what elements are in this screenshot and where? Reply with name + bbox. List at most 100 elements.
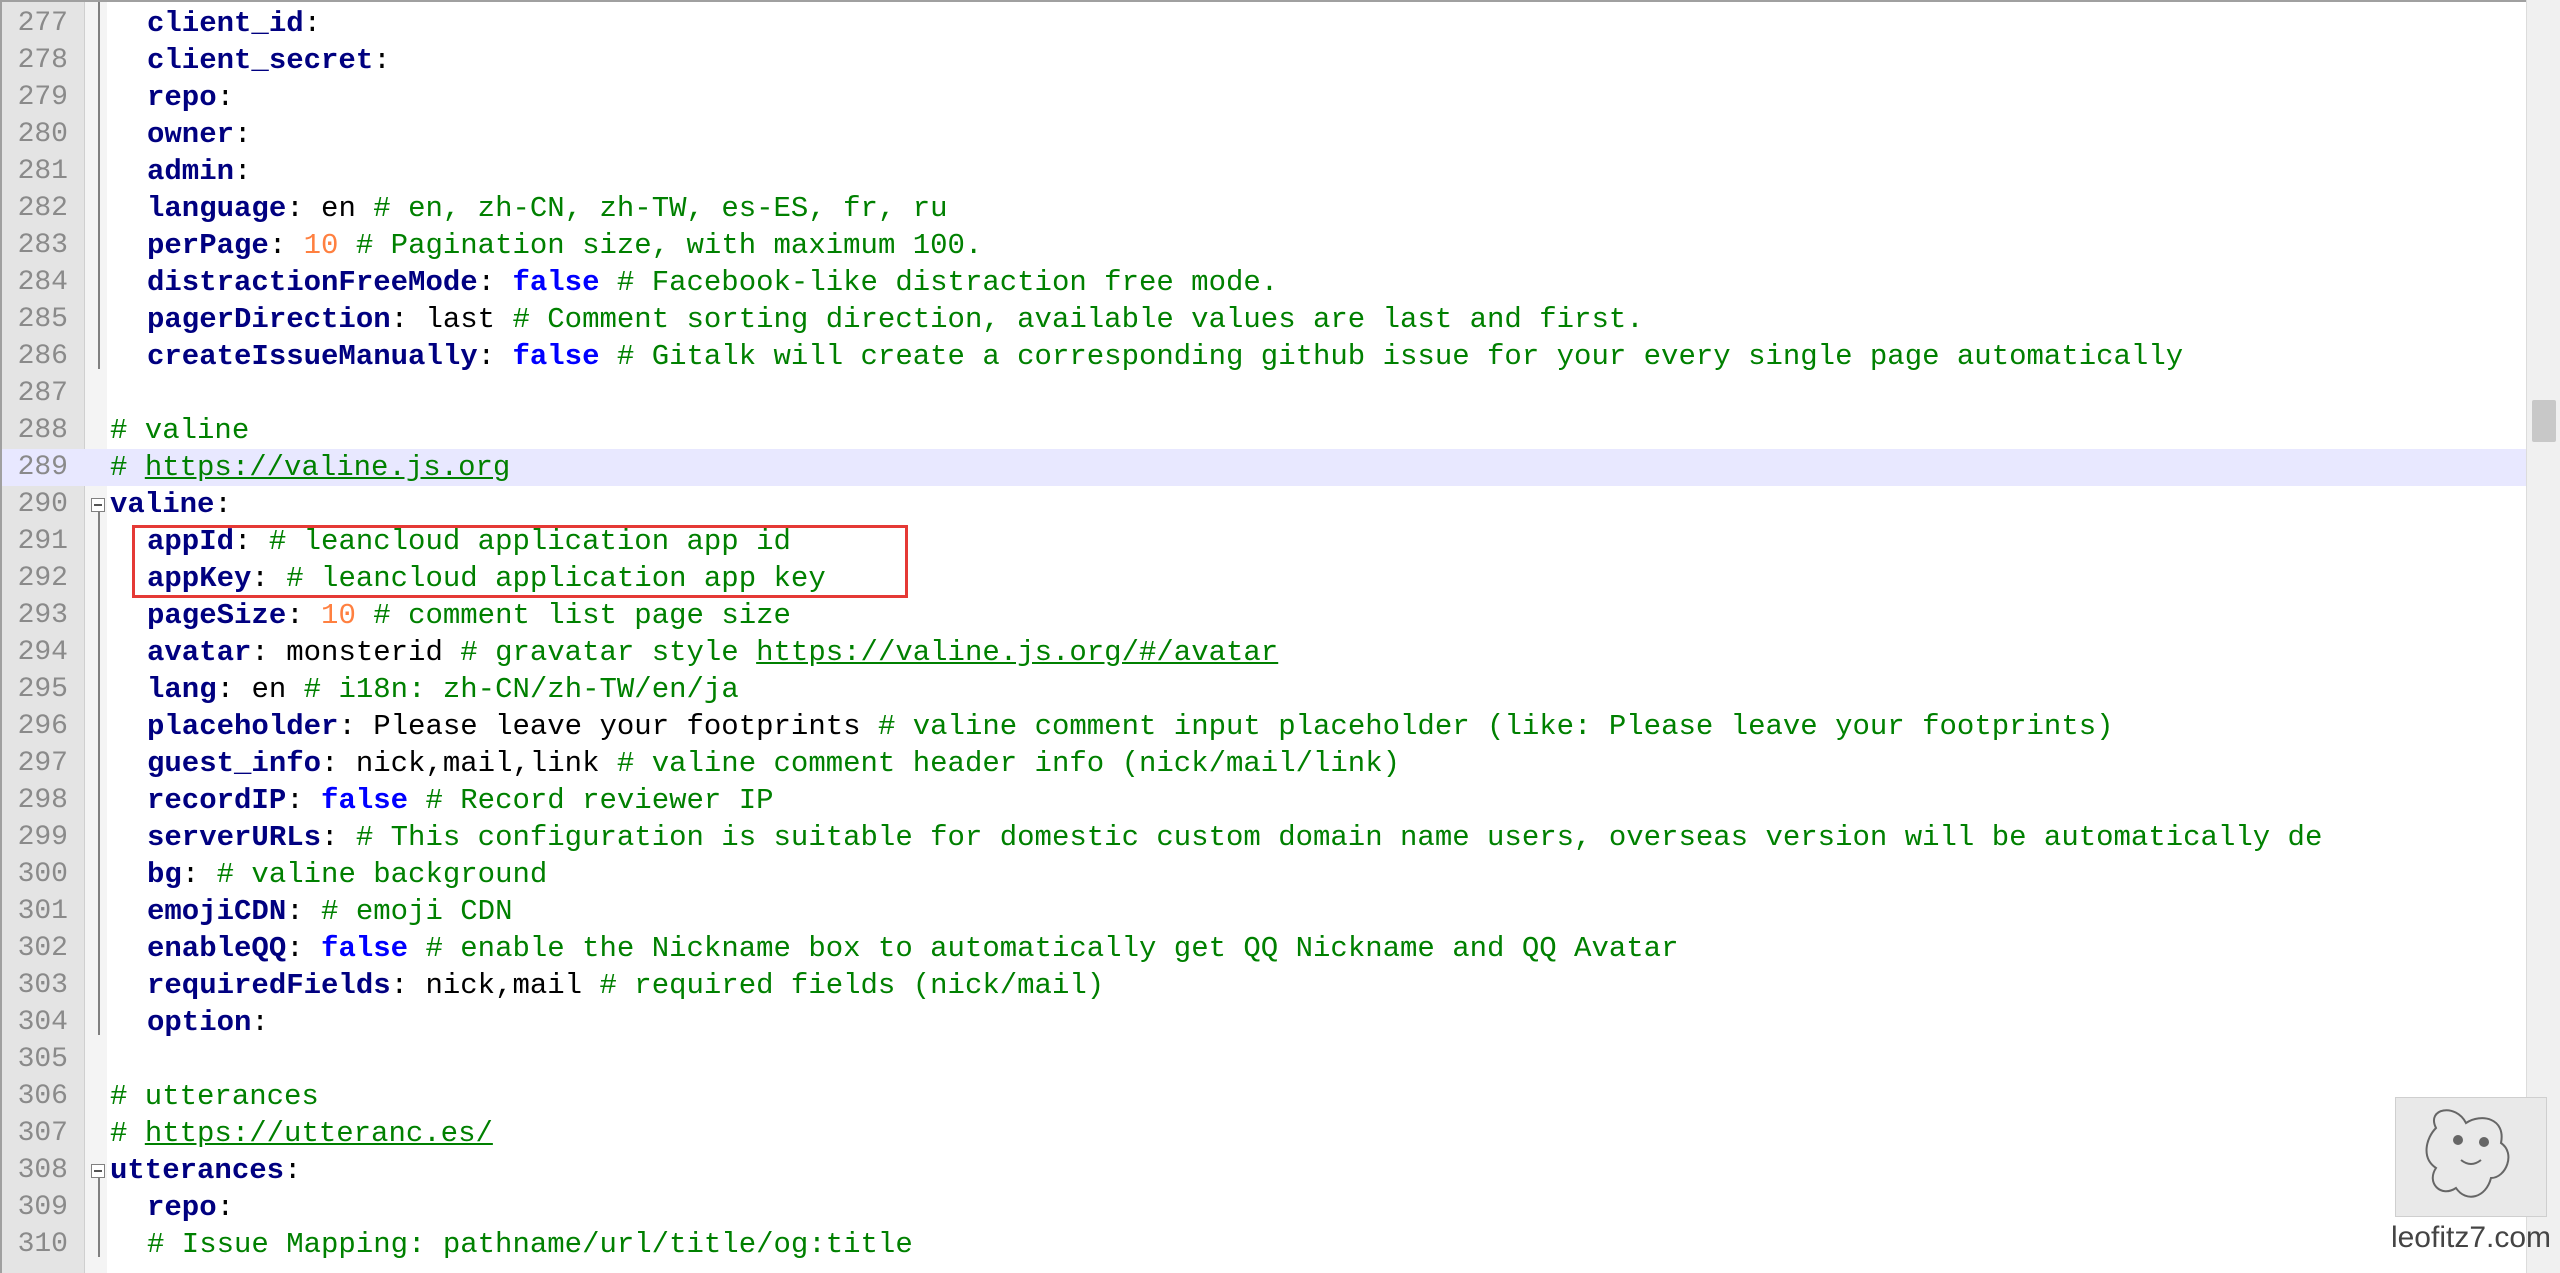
fold-toggle-icon[interactable] [91, 498, 105, 512]
scrollbar-thumb[interactable] [2532, 400, 2556, 442]
code-line[interactable]: 306 # utterances [2, 1078, 2526, 1115]
code-token: avatar [147, 636, 252, 669]
code-line[interactable]: 291 appId: # leancloud application app id [2, 523, 2526, 560]
code-text[interactable]: # https://valine.js.org [110, 449, 510, 486]
code-line[interactable]: 297 guest_info: nick,mail,link # valine c… [2, 745, 2526, 782]
vertical-scrollbar[interactable] [2526, 0, 2560, 1273]
code-token: # [110, 451, 145, 484]
code-text[interactable]: createIssueManually: false # Gitalk will… [147, 338, 2183, 375]
code-line[interactable]: 303 requiredFields: nick,mail # required … [2, 967, 2526, 1004]
code-line[interactable]: 278 client_secret: [2, 42, 2526, 79]
code-text[interactable]: distractionFreeMode: false # Facebook-li… [147, 264, 1278, 301]
code-line[interactable]: 277 client_id: [2, 5, 2526, 42]
code-token: serverURLs [147, 821, 322, 854]
code-line[interactable]: 295 lang: en # i18n: zh-CN/zh-TW/en/ja [2, 671, 2526, 708]
code-text[interactable]: placeholder: Please leave your footprint… [147, 708, 2114, 745]
code-line[interactable]: 300 bg: # valine background [2, 856, 2526, 893]
code-text[interactable]: repo: [147, 79, 234, 116]
code-line[interactable]: 299 serverURLs: # This configuration is s… [2, 819, 2526, 856]
code-line[interactable]: 279 repo: [2, 79, 2526, 116]
code-line[interactable]: 284 distractionFreeMode: false # Facebook… [2, 264, 2526, 301]
url-link[interactable]: https://valine.js.org/#/avatar [756, 636, 1278, 669]
url-link[interactable]: https://utteranc.es/ [145, 1117, 493, 1150]
code-line[interactable]: 298 recordIP: false # Record reviewer IP [2, 782, 2526, 819]
fold-toggle-icon[interactable] [91, 1164, 105, 1178]
code-line[interactable]: 290 valine: [2, 486, 2526, 523]
code-text[interactable]: pageSize: 10 # comment list page size [147, 597, 791, 634]
code-text[interactable]: appId: # leancloud application app id [147, 523, 791, 560]
code-text[interactable]: client_id: [147, 5, 321, 42]
code-text[interactable]: enableQQ: false # enable the Nickname bo… [147, 930, 1678, 967]
code-line[interactable]: 283 perPage: 10 # Pagination size, with m… [2, 227, 2526, 264]
code-line[interactable]: 282 language: en # en, zh-CN, zh-TW, es-E… [2, 190, 2526, 227]
code-text[interactable]: emojiCDN: # emoji CDN [147, 893, 512, 930]
code-text[interactable]: guest_info: nick,mail,link # valine comm… [147, 745, 1400, 782]
code-token: false [321, 932, 409, 965]
code-text[interactable]: # valine [110, 412, 249, 449]
code-text[interactable]: avatar: monsterid # gravatar style https… [147, 634, 1278, 671]
code-text[interactable]: serverURLs: # This configuration is suit… [147, 819, 2322, 856]
url-link[interactable]: https://valine.js.org [145, 451, 510, 484]
code-text[interactable]: valine: [110, 486, 232, 523]
code-token: last [425, 303, 513, 336]
code-token: createIssueManually [147, 340, 478, 373]
code-line[interactable]: 293 pageSize: 10 # comment list page size [2, 597, 2526, 634]
code-line[interactable]: 292 appKey: # leancloud application app k… [2, 560, 2526, 597]
dog-sketch-icon [2425, 1109, 2510, 1198]
code-line[interactable]: 310 # Issue Mapping: pathname/url/title/o… [2, 1226, 2526, 1263]
code-line[interactable]: 308 utterances: [2, 1152, 2526, 1189]
code-line[interactable]: 288 # valine [2, 412, 2526, 449]
code-text[interactable]: admin: [147, 153, 251, 190]
code-text[interactable]: recordIP: false # Record reviewer IP [147, 782, 774, 819]
code-text[interactable]: owner: [147, 116, 251, 153]
code-token: admin [147, 155, 235, 188]
code-line[interactable]: 301 emojiCDN: # emoji CDN [2, 893, 2526, 930]
code-text[interactable]: client_secret: [147, 42, 391, 79]
line-number: 301 [17, 896, 68, 927]
code-line[interactable]: 305 [2, 1041, 2526, 1078]
code-text[interactable]: language: en # en, zh-CN, zh-TW, es-ES, … [147, 190, 948, 227]
line-number: 296 [17, 711, 68, 742]
code-token: en [321, 192, 374, 225]
code-token: : [214, 488, 232, 521]
code-text[interactable]: requiredFields: nick,mail # required fie… [147, 967, 1104, 1004]
watermark-text: leofitz7.com [2390, 1221, 2552, 1254]
code-line[interactable]: 304 option: [2, 1004, 2526, 1041]
code-text[interactable]: perPage: 10 # Pagination size, with maxi… [147, 227, 982, 264]
line-number: 283 [17, 230, 68, 261]
line-number: 286 [17, 341, 68, 372]
code-line[interactable]: 294 avatar: monsterid # gravatar style ht… [2, 634, 2526, 671]
code-token: false [512, 340, 600, 373]
code-text[interactable]: utterances: [110, 1152, 301, 1189]
code-text[interactable]: # https://utteranc.es/ [110, 1115, 493, 1152]
code-line[interactable]: 302 enableQQ: false # enable the Nickname… [2, 930, 2526, 967]
code-token: nick,mail [425, 969, 600, 1002]
code-token: : [286, 932, 322, 965]
code-token: # utterances [110, 1080, 319, 1113]
code-token: # Issue Mapping: pathname/url/title/og:t… [147, 1228, 913, 1261]
code-token: # enable the Nickname box to automatical… [408, 932, 1679, 965]
code-editor[interactable]: 277 client_id: 278 client_secret: 279 repo: 28… [0, 0, 2526, 1273]
code-text[interactable]: option: [147, 1004, 269, 1041]
code-text[interactable]: # utterances [110, 1078, 319, 1115]
code-text[interactable]: lang: en # i18n: zh-CN/zh-TW/en/ja [147, 671, 739, 708]
line-number: 292 [17, 563, 68, 594]
code-line[interactable]: 286 createIssueManually: false # Gitalk w… [2, 338, 2526, 375]
code-token: client_secret [147, 44, 374, 77]
code-line[interactable]: 287 [2, 375, 2526, 412]
code-text[interactable]: repo: [147, 1189, 234, 1226]
code-line[interactable]: 309 repo: [2, 1189, 2526, 1226]
line-number: 281 [17, 156, 68, 187]
code-line[interactable]: 307 # https://utteranc.es/ [2, 1115, 2526, 1152]
code-line[interactable]: 296 placeholder: Please leave your footpr… [2, 708, 2526, 745]
code-token: 10 [321, 599, 356, 632]
code-line[interactable]: 289 # https://valine.js.org [2, 449, 2526, 486]
line-number: 304 [17, 1007, 68, 1038]
code-text[interactable]: # Issue Mapping: pathname/url/title/og:t… [147, 1226, 913, 1263]
code-line[interactable]: 285 pagerDirection: last # Comment sortin… [2, 301, 2526, 338]
code-text[interactable]: pagerDirection: last # Comment sorting d… [147, 301, 1644, 338]
code-line[interactable]: 280 owner: [2, 116, 2526, 153]
code-line[interactable]: 281 admin: [2, 153, 2526, 190]
code-text[interactable]: appKey: # leancloud application app key [147, 560, 826, 597]
code-text[interactable]: bg: # valine background [147, 856, 547, 893]
